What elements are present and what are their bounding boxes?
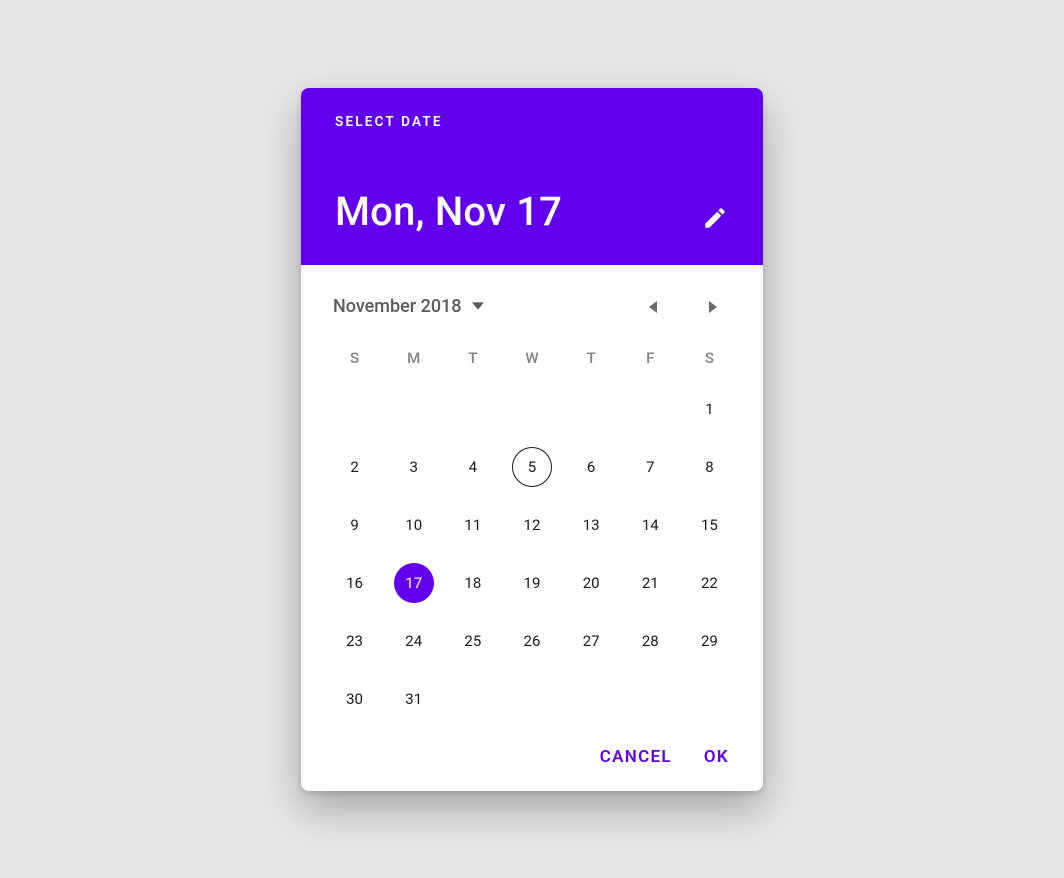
empty-cell	[443, 387, 502, 431]
empty-cell	[384, 387, 443, 431]
day-2[interactable]: 2	[335, 447, 375, 487]
day-17[interactable]: 17	[394, 563, 434, 603]
empty-cell	[502, 387, 561, 431]
dow-header: F	[621, 343, 680, 373]
next-month-button[interactable]	[693, 287, 733, 327]
month-nav-row: November 2018	[325, 287, 739, 327]
dialog-actions: CANCEL OK	[301, 731, 763, 791]
day-cell: 22	[680, 561, 739, 605]
day-cell: 17	[384, 561, 443, 605]
day-18[interactable]: 18	[453, 563, 493, 603]
day-cell: 7	[621, 445, 680, 489]
day-3[interactable]: 3	[394, 447, 434, 487]
day-cell: 6	[562, 445, 621, 489]
dow-header: T	[443, 343, 502, 373]
dow-header: S	[680, 343, 739, 373]
day-cell: 2	[325, 445, 384, 489]
day-20[interactable]: 20	[571, 563, 611, 603]
day-cell: 19	[502, 561, 561, 605]
day-cell: 12	[502, 503, 561, 547]
day-22[interactable]: 22	[689, 563, 729, 603]
day-cell: 27	[562, 619, 621, 663]
day-15[interactable]: 15	[689, 505, 729, 545]
day-11[interactable]: 11	[453, 505, 493, 545]
prev-month-button[interactable]	[633, 287, 673, 327]
day-cell: 10	[384, 503, 443, 547]
day-cell: 8	[680, 445, 739, 489]
month-year-select[interactable]: November 2018	[333, 296, 484, 317]
day-cell: 25	[443, 619, 502, 663]
day-13[interactable]: 13	[571, 505, 611, 545]
day-19[interactable]: 19	[512, 563, 552, 603]
edit-icon[interactable]	[701, 207, 729, 235]
day-cell: 28	[621, 619, 680, 663]
day-10[interactable]: 10	[394, 505, 434, 545]
day-cell: 26	[502, 619, 561, 663]
day-cell: 24	[384, 619, 443, 663]
day-cell: 5	[502, 445, 561, 489]
picker-header: SELECT DATE Mon, Nov 17	[301, 88, 763, 265]
empty-cell	[621, 387, 680, 431]
day-cell: 4	[443, 445, 502, 489]
selected-date-display: Mon, Nov 17	[335, 188, 562, 235]
day-cell: 29	[680, 619, 739, 663]
day-cell: 30	[325, 677, 384, 721]
header-title: SELECT DATE	[335, 114, 729, 130]
day-24[interactable]: 24	[394, 621, 434, 661]
empty-cell	[325, 387, 384, 431]
day-1[interactable]: 1	[689, 389, 729, 429]
day-cell: 3	[384, 445, 443, 489]
ok-button[interactable]: OK	[704, 747, 729, 767]
empty-cell	[562, 387, 621, 431]
day-25[interactable]: 25	[453, 621, 493, 661]
day-28[interactable]: 28	[630, 621, 670, 661]
calendar-grid: SMTWTFS123456789101112131415161718192021…	[325, 343, 739, 721]
day-cell: 20	[562, 561, 621, 605]
caret-down-icon	[472, 296, 484, 317]
month-year-label: November 2018	[333, 296, 462, 317]
day-12[interactable]: 12	[512, 505, 552, 545]
day-5[interactable]: 5	[512, 447, 552, 487]
day-29[interactable]: 29	[689, 621, 729, 661]
dow-header: T	[562, 343, 621, 373]
day-cell: 23	[325, 619, 384, 663]
day-cell: 1	[680, 387, 739, 431]
day-6[interactable]: 6	[571, 447, 611, 487]
day-cell: 15	[680, 503, 739, 547]
dow-header: W	[502, 343, 561, 373]
day-16[interactable]: 16	[335, 563, 375, 603]
day-4[interactable]: 4	[453, 447, 493, 487]
dow-header: M	[384, 343, 443, 373]
day-30[interactable]: 30	[335, 679, 375, 719]
day-cell: 13	[562, 503, 621, 547]
day-14[interactable]: 14	[630, 505, 670, 545]
picker-body: November 2018 SMTWTFS1234567891011121314…	[301, 265, 763, 731]
day-cell: 18	[443, 561, 502, 605]
day-cell: 21	[621, 561, 680, 605]
dow-header: S	[325, 343, 384, 373]
day-cell: 31	[384, 677, 443, 721]
header-row: Mon, Nov 17	[335, 188, 729, 235]
day-23[interactable]: 23	[335, 621, 375, 661]
day-9[interactable]: 9	[335, 505, 375, 545]
day-cell: 16	[325, 561, 384, 605]
day-31[interactable]: 31	[394, 679, 434, 719]
cancel-button[interactable]: CANCEL	[600, 747, 672, 767]
day-cell: 14	[621, 503, 680, 547]
day-7[interactable]: 7	[630, 447, 670, 487]
day-21[interactable]: 21	[630, 563, 670, 603]
day-cell: 11	[443, 503, 502, 547]
day-26[interactable]: 26	[512, 621, 552, 661]
date-picker-dialog: SELECT DATE Mon, Nov 17 November 2018	[301, 88, 763, 791]
day-27[interactable]: 27	[571, 621, 611, 661]
day-8[interactable]: 8	[689, 447, 729, 487]
day-cell: 9	[325, 503, 384, 547]
